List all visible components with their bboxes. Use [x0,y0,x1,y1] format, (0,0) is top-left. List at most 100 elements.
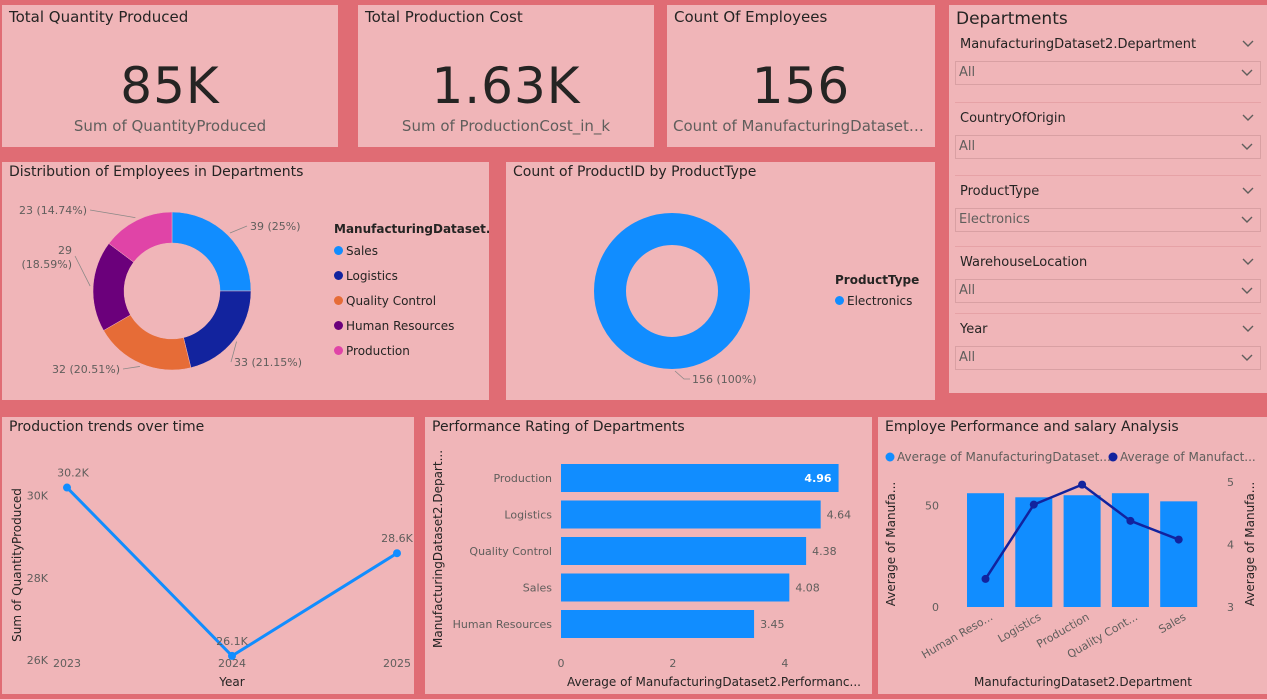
producttype-donut-panel: Count of ProductID by ProductType 156 (1… [506,162,935,400]
divider [955,102,1261,103]
slicer-selected-value: Electronics [959,212,1030,227]
bar [1015,497,1053,607]
production-trends-panel: Production trends over time 26K 28K 30K Sum… [2,417,414,694]
kpi-subtitle: Sum of ProductionCost_in_k [401,117,611,135]
category-label: Quality Control [469,545,552,558]
slicer-dropdown[interactable]: All [955,346,1261,370]
production-trends-chart[interactable]: 26K28K30KSum of QuantityProduced2023 2024… [2,417,414,694]
data-point [1174,535,1183,544]
slicer-panel-title: Departments [956,9,1068,29]
slicer-selected-value: All [959,65,976,80]
slicer-header[interactable]: WarehouseLocation [955,251,1261,275]
slicer-selected-value: All [959,139,976,154]
bar [1160,501,1198,607]
legend-item[interactable]: Production [334,344,410,358]
bar [561,464,839,492]
data-label: 4.96 [804,472,831,485]
y2-tick-label: 4 [1227,539,1234,552]
slicer-label: Year [960,322,988,337]
slicer-dropdown[interactable]: Electronics [955,208,1261,232]
leader-line [674,370,690,380]
slicer-countryoforigin[interactable]: CountryOfOrigin All [955,107,1261,176]
category-label: Logistics [504,509,552,522]
bar [561,573,790,602]
legend-label: Sales [346,244,378,258]
legend-label: Quality Control [346,294,437,308]
data-label: 4.64 [827,509,852,522]
legend-item[interactable]: Electronics [835,294,912,308]
slicer-header[interactable]: Year [955,318,1261,342]
data-label: 3.45 [760,618,785,631]
legend-marker [334,321,343,330]
legend-marker [885,452,895,462]
y-tick-label: 26K [27,654,49,667]
data-label: 4.38 [812,545,837,558]
x-tick-label: 0 [558,657,565,670]
chevron-down-icon [1240,350,1254,372]
bar [561,537,807,565]
chevron-down-icon[interactable] [1241,35,1255,59]
data-label: 29 [58,244,72,257]
chevron-down-icon[interactable] [1241,253,1255,277]
x-tick-label: 4 [781,657,788,670]
kpi-value: 156 [751,57,851,115]
performance-rating-chart[interactable]: Production 4.96 Logistics 4.64 Quality Contr… [425,417,872,694]
data-label: 28.6K [381,532,413,545]
y2-axis-title: Average of Manufa... [1243,482,1257,606]
legend-label: Electronics [847,294,913,308]
kpi-card-employees[interactable]: Count Of Employees 156 Count of Manufact… [667,5,935,147]
kpi-value: 85K [120,57,220,115]
y2-tick-label: 3 [1227,601,1234,614]
legend-label: Production [346,344,410,358]
kpi-card-quantity[interactable]: Total Quantity Produced 85K Sum of Quant… [2,5,338,147]
x-tick-label: 2 [669,657,676,670]
slicer-dropdown[interactable]: All [955,279,1261,303]
chevron-down-icon[interactable] [1241,182,1255,206]
data-point [1126,516,1135,525]
data-label: 32 (20.51%) [52,363,120,376]
y-tick-label: 50 [925,499,939,512]
performance-salary-chart[interactable]: Average of ManufacturingDataset... Averag… [878,417,1267,694]
legend-label: Average of Manufact... [1120,450,1256,464]
kpi-value: 1.63K [431,57,581,115]
data-point [1078,480,1087,489]
category-label: Production [493,472,552,485]
category-label: Sales [523,582,553,595]
legend-title: ManufacturingDataset... [334,222,489,236]
legend-marker [1108,452,1118,462]
slicer-producttype[interactable]: ProductType Electronics [955,180,1261,247]
slicer-dropdown[interactable]: All [955,61,1261,85]
data-label: 30.2K [57,467,89,480]
x-axis-title: Average of ManufacturingDataset2.Perform… [567,675,861,689]
kpi-card-cost[interactable]: Total Production Cost 1.63K Sum of Produ… [358,5,654,147]
leader-line [89,209,136,219]
chevron-down-icon[interactable] [1241,320,1255,344]
data-label: 39 (25%) [250,220,301,233]
y-tick-label: 0 [932,601,939,614]
series-line [65,486,398,658]
slicer-warehouselocation[interactable]: WarehouseLocation All [955,251,1261,314]
data-label: 156 (100%) [692,373,757,386]
slicer-header[interactable]: CountryOfOrigin [955,107,1261,131]
kpi-title: Count Of Employees [674,8,828,26]
legend-item[interactable]: Sales [334,244,378,258]
legend-marker [334,271,343,280]
donut-slice [594,213,750,369]
slicer-header[interactable]: ManufacturingDataset2.Department [955,33,1261,57]
slicer-header[interactable]: ProductType [955,180,1261,204]
y-axis-title: Average of Manufa... [884,482,898,606]
y-tick-label: 28K [27,572,49,585]
legend-item[interactable]: Quality Control [334,294,436,308]
legend-item[interactable]: Human Resources [334,319,454,333]
slicer-dropdown[interactable]: All [955,135,1261,159]
employees-donut-chart[interactable]: 39 (25%) 33 (21.15%) 32 (20.51%) 29(18.59%)… [2,162,489,400]
slicer-selected-value: All [959,350,976,365]
x-tick-label: 2025 [383,657,411,670]
donut-slice [103,314,192,371]
slicer-label: ManufacturingDataset2.Department [960,37,1197,52]
data-label: 26.1K [216,635,248,648]
legend-item[interactable]: Logistics [334,269,398,283]
slicer-manufacturingdataset2-department[interactable]: ManufacturingDataset2.Department All [955,33,1261,103]
chevron-down-icon[interactable] [1241,109,1255,133]
slicer-year[interactable]: Year All [955,318,1261,370]
